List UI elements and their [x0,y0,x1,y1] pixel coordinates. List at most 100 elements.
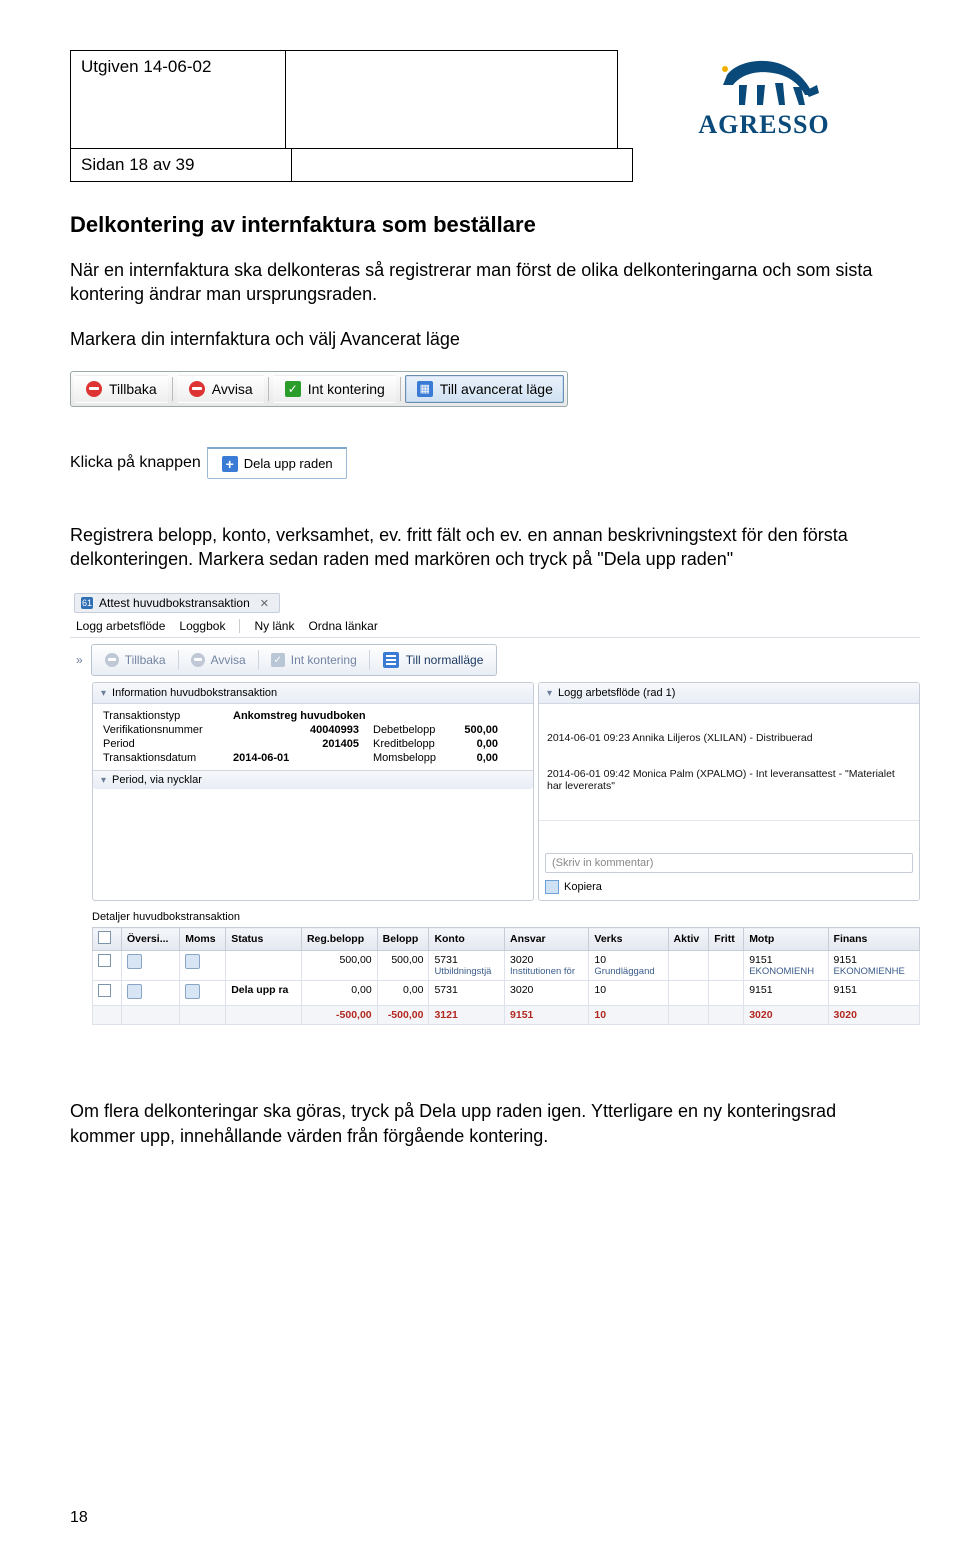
avvisa-button[interactable]: Avvisa [177,375,264,403]
info-label: Kreditbelopp [373,738,453,750]
log-line: 2014-06-01 09:42 Monica Palm (XPALMO) - … [547,768,911,792]
row-checkbox[interactable] [98,984,111,997]
col-motp[interactable]: Motp [744,928,828,951]
tillbaka-button[interactable]: Tillbaka [74,375,168,403]
window-tab[interactable]: 61 Attest huvudbokstransaktion ✕ [74,593,280,613]
row-checkbox[interactable] [98,954,111,967]
app-screenshot: 61 Attest huvudbokstransaktion ✕ Logg ar… [70,591,920,1025]
menu-sep [239,619,240,633]
col-regbel[interactable]: Reg.belopp [301,928,377,951]
col-fritt[interactable]: Fritt [709,928,744,951]
info-value: 40040993 [233,724,373,736]
chevron-down-icon[interactable]: ▾ [547,688,552,699]
info-hd: Information huvudbokstransaktion [112,687,277,699]
separator [258,650,259,670]
col-aktiv[interactable]: Aktiv [668,928,709,951]
back-icon [85,380,103,398]
kopiera-button[interactable]: Kopiera [545,880,913,894]
dela-upp-label: Dela upp raden [244,456,333,471]
intkont-label: Int kontering [308,381,385,397]
comment-placeholder: (Skriv in kommentar) [552,857,653,869]
info-value: 0,00 [453,752,498,764]
header-empty-top [286,50,618,149]
table-row[interactable]: Dela upp ra0,000,00573130201091519151 [93,981,920,1006]
info-label: Verifikationsnummer [103,724,233,736]
menu-ordna[interactable]: Ordna länkar [308,619,377,633]
plus-icon: + [221,455,239,473]
details-grid: Översi... Moms Status Reg.belopp Belopp … [92,927,920,1025]
info-label: Debetbelopp [373,724,453,736]
check-icon: ✓ [271,653,285,667]
info-value: 500,00 [453,724,498,736]
avvisa-label: Avvisa [212,381,253,397]
col-konto[interactable]: Konto [429,928,505,951]
paragraph-2: Markera din internfaktura och välj Avanc… [70,327,900,351]
logo-cell: AGRESSO [628,50,900,145]
section-title: Delkontering av internfaktura som bestäl… [70,212,900,238]
comment-input[interactable]: (Skriv in kommentar) [545,853,913,873]
dela-upp-mini-toolbar: + Dela upp raden [207,447,347,479]
info-label: Transaktionsdatum [103,752,233,764]
table-row[interactable]: -500,00-500,00312191511030203020 [93,1006,920,1025]
check-icon: ✓ [284,380,302,398]
col-moms[interactable]: Moms [180,928,226,951]
close-tab-icon[interactable]: ✕ [260,597,269,610]
col-ansvar[interactable]: Ansvar [505,928,589,951]
col-status[interactable]: Status [226,928,302,951]
expand-icon[interactable]: » [72,644,87,676]
col-belopp[interactable]: Belopp [377,928,429,951]
info-value: 201405 [233,738,373,750]
tillbaka2-label: Tillbaka [125,653,166,667]
logo-text: AGRESSO [698,110,829,140]
moms-icon[interactable] [185,954,200,969]
paragraph-3: Registrera belopp, konto, verksamhet, ev… [70,523,900,572]
paragraph-1: När en internfaktura ska delkonteras så … [70,258,900,307]
intkont2-label: Int kontering [291,653,357,667]
till-avancerat-button[interactable]: ▦ Till avancerat läge [405,375,564,403]
col-verks[interactable]: Verks [589,928,668,951]
period-bar[interactable]: ▾ Period, via nycklar [93,770,533,789]
col-finans[interactable]: Finans [828,928,919,951]
period-text: Period, via nycklar [112,774,202,786]
menu-logg[interactable]: Logg arbetsflöde [76,619,165,633]
tab-title: Attest huvudbokstransaktion [99,596,250,610]
paragraph-4: Om flera delkonteringar ska göras, tryck… [70,1099,900,1148]
info-value: 0,00 [453,738,498,750]
menubar: Logg arbetsflöde Loggbok Ny länk Ordna l… [70,615,920,638]
page-of-text: Sidan 18 av 39 [81,155,194,174]
klicka-text: Klicka på knappen [70,454,201,472]
back-icon [105,653,119,667]
info-pane: ▾ Information huvudbokstransaktion Trans… [92,682,534,901]
list-icon [382,651,400,669]
issued-text: Utgiven 14-06-02 [81,57,211,76]
log-content: 2014-06-01 09:23 Annika Liljeros (XLILAN… [539,704,919,821]
log-hd: Logg arbetsflöde (rad 1) [558,687,675,699]
overview-icon[interactable] [127,984,142,999]
header-checkbox[interactable] [98,931,111,944]
tillnorm-label: Till normalläge [406,653,484,667]
tillbaka2-button[interactable]: Tillbaka [95,650,176,670]
table-row[interactable]: 500,00500,005731Utbildningstjä3020Instit… [93,951,920,981]
intkontering-button[interactable]: ✓ Int kontering [273,375,396,403]
avvisa2-button[interactable]: Avvisa [181,650,256,670]
info-value: 2014-06-01 [233,752,373,764]
dela-upp-button[interactable]: + Dela upp raden [212,452,342,476]
menu-loggbok[interactable]: Loggbok [179,619,225,633]
reject-icon [191,653,205,667]
till-av-label: Till avancerat läge [440,381,553,397]
intkont2-button[interactable]: ✓ Int kontering [261,650,367,670]
menu-nylank[interactable]: Ny länk [254,619,294,633]
col-oversi[interactable]: Översi... [122,928,180,951]
overview-icon[interactable] [127,954,142,969]
kopiera-label: Kopiera [564,881,602,893]
chevron-down-icon[interactable]: ▾ [101,688,106,699]
moms-icon[interactable] [185,984,200,999]
status-text: Dela upp ra [231,984,288,996]
grid-icon: ▦ [416,380,434,398]
tillnorm-button[interactable]: Till normalläge [372,648,494,672]
separator [178,650,179,670]
separator [400,377,401,401]
copy-icon [545,880,559,894]
toolbar-secondary: Tillbaka Avvisa ✓ Int kontering Till nor… [91,644,498,676]
page-number: 18 [70,1509,88,1527]
